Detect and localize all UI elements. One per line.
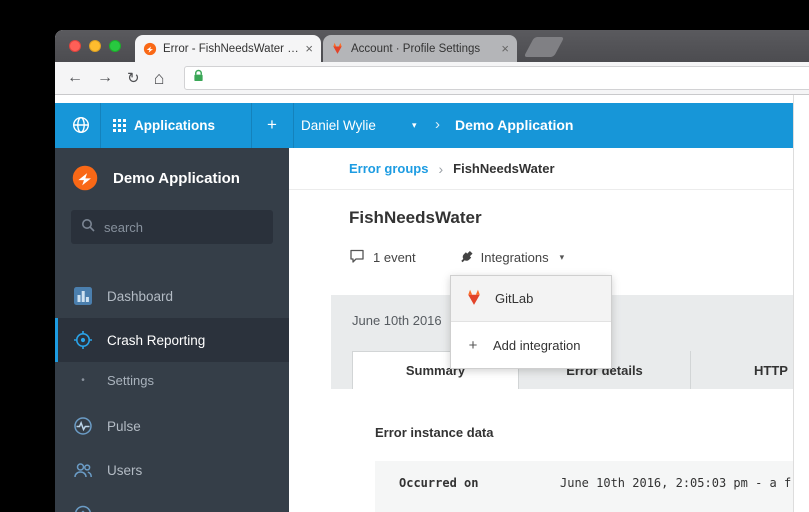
- sidebar-item-pulse[interactable]: Pulse: [55, 404, 289, 448]
- close-window-button[interactable]: [69, 40, 81, 52]
- dropdown-label: GitLab: [495, 291, 534, 306]
- nav-divider: [293, 103, 294, 148]
- chevron-icon: ›: [435, 116, 440, 133]
- browser-tab-active[interactable]: Error - FishNeedsWater - R ×: [135, 35, 321, 62]
- sidebar-item-label: Settings: [107, 372, 154, 388]
- gitlab-favicon-icon: [331, 42, 345, 56]
- dropdown-item-gitlab[interactable]: GitLab: [451, 276, 611, 322]
- sidebar-item-label: Pulse: [107, 418, 141, 434]
- section-title: Error instance data: [375, 425, 494, 440]
- zoom-window-button[interactable]: [109, 40, 121, 52]
- add-application-button[interactable]: +: [260, 103, 284, 147]
- browser-window: Error - FishNeedsWater - R × Account · P…: [55, 30, 809, 512]
- globe-icon[interactable]: [71, 115, 91, 140]
- breadcrumb: Error groups › FishNeedsWater: [289, 148, 809, 190]
- sidebar-item-partial[interactable]: [55, 492, 289, 512]
- page-top-gap: [55, 95, 809, 103]
- bullet-icon: •: [81, 374, 85, 386]
- close-tab-icon[interactable]: ×: [305, 42, 313, 55]
- sidebar-item-settings[interactable]: • Settings: [55, 362, 289, 398]
- sidebar-item-label: Dashboard: [107, 288, 174, 304]
- error-meta-row: 1 event Integrations ▾: [349, 248, 809, 267]
- sidebar-item-dashboard[interactable]: Dashboard: [55, 274, 289, 318]
- integrations-button[interactable]: Integrations: [481, 250, 549, 265]
- address-bar[interactable]: [184, 66, 809, 90]
- row-value: June 10th 2016, 2:05:03 pm - a f: [560, 476, 792, 490]
- minimize-window-button[interactable]: [89, 40, 101, 52]
- raygun-favicon-icon: [143, 42, 157, 56]
- sidebar-app-title: Demo Application: [113, 169, 240, 187]
- breadcrumb-error-groups[interactable]: Error groups: [349, 161, 428, 176]
- dropdown-item-add-integration[interactable]: + Add integration: [451, 322, 611, 368]
- home-button[interactable]: ⌂: [154, 69, 165, 87]
- event-count[interactable]: 1 event: [373, 250, 416, 265]
- page-title: FishNeedsWater: [349, 208, 482, 227]
- gitlab-icon: [465, 289, 483, 309]
- scrollbar[interactable]: [793, 95, 809, 512]
- window-controls: [69, 40, 121, 52]
- sidebar-header: Demo Application: [55, 148, 289, 208]
- chevron-icon: ›: [438, 160, 444, 177]
- back-button[interactable]: ←: [67, 70, 83, 86]
- integrations-dropdown: GitLab + Add integration: [450, 275, 612, 369]
- integrations-icon: [453, 246, 476, 269]
- speech-bubble-icon: [349, 248, 365, 267]
- caret-down-icon: ▾: [559, 252, 565, 262]
- nav-divider: [100, 103, 101, 148]
- sidebar-item-label: Crash Reporting: [107, 332, 206, 348]
- user-menu[interactable]: Daniel Wylie: [301, 103, 376, 148]
- raygun-logo-icon: [71, 164, 99, 192]
- tab-http[interactable]: HTTP: [691, 351, 809, 389]
- breadcrumb-current: FishNeedsWater: [453, 161, 555, 176]
- sidebar-item-users[interactable]: Users: [55, 448, 289, 492]
- dashboard-icon: [73, 286, 93, 306]
- forward-button[interactable]: →: [97, 70, 113, 86]
- applications-menu[interactable]: Applications: [134, 103, 215, 148]
- main-content: Error groups › FishNeedsWater FishNeedsW…: [289, 148, 809, 512]
- users-icon: [73, 460, 93, 480]
- page: Applications + Daniel Wylie ▾ › Demo App…: [55, 95, 809, 512]
- search-icon: [81, 218, 95, 237]
- crosshair-icon: [73, 330, 93, 350]
- sidebar-item-label: Users: [107, 462, 143, 478]
- secure-lock-icon[interactable]: [193, 69, 204, 87]
- plus-icon: +: [468, 336, 478, 354]
- tab-title: Account · Profile Settings: [351, 42, 481, 55]
- new-tab-button[interactable]: [523, 37, 565, 57]
- apps-grid-icon: [113, 119, 126, 137]
- nav-icon: [73, 504, 93, 512]
- top-nav: Applications + Daniel Wylie ▾ › Demo App…: [55, 103, 809, 148]
- screenshot-canvas: Error - FishNeedsWater - R × Account · P…: [0, 0, 809, 512]
- browser-tab-inactive[interactable]: Account · Profile Settings ×: [323, 35, 517, 62]
- search-input[interactable]: [104, 219, 263, 235]
- sidebar-search[interactable]: [71, 210, 273, 244]
- table-row: Occurred on June 10th 2016, 2:05:03 pm -…: [375, 461, 809, 512]
- current-app-name[interactable]: Demo Application: [455, 103, 574, 148]
- pulse-icon: [73, 416, 93, 436]
- nav-divider: [251, 103, 252, 148]
- sidebar-nav: Dashboard Crash Reporting • Settings Pul…: [55, 274, 289, 512]
- dropdown-label: Add integration: [493, 337, 581, 353]
- row-label: Occurred on: [399, 476, 479, 490]
- browser-toolbar: ← → ↻ ⌂: [55, 62, 809, 95]
- sidebar: Demo Application Dashboard: [55, 148, 289, 512]
- reload-button[interactable]: ↻: [127, 71, 140, 86]
- tab-strip: Error - FishNeedsWater - R × Account · P…: [55, 30, 809, 62]
- tab-title: Error - FishNeedsWater - R: [163, 42, 300, 55]
- caret-down-icon: ▾: [412, 120, 417, 130]
- close-tab-icon[interactable]: ×: [501, 42, 509, 55]
- sidebar-item-crash-reporting[interactable]: Crash Reporting: [55, 318, 289, 362]
